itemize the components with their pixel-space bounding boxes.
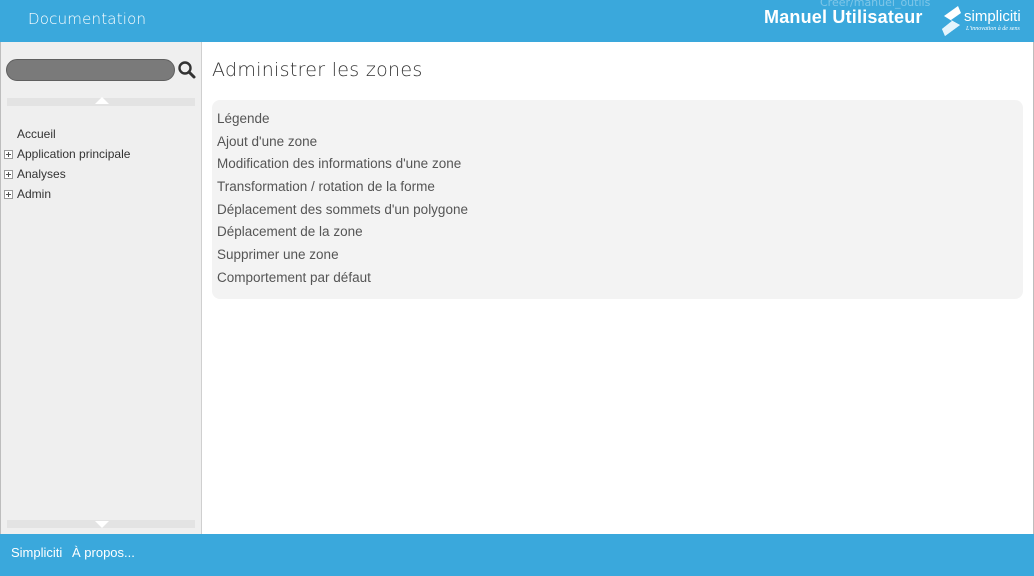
documentation-title[interactable]: Documentation (28, 10, 146, 28)
main-content: Administrer les zones Légende Ajout d'un… (203, 42, 1033, 534)
search-icon (178, 61, 196, 79)
tree-item-label: Application principale (17, 147, 131, 161)
footer: Simpliciti À propos... (0, 534, 1034, 576)
sidebar: Accueil Application principale Analyses … (1, 42, 202, 534)
simpliciti-logo[interactable]: simpliciti L'innovation à de sens (938, 5, 1030, 39)
expand-plus-icon[interactable] (4, 170, 13, 179)
tree-item-analyses[interactable]: Analyses (1, 164, 201, 184)
toc-link-supprimer-zone[interactable]: Supprimer une zone (217, 244, 468, 267)
simpliciti-s-logo-icon (942, 6, 961, 36)
tree-scroll-up[interactable] (7, 97, 195, 106)
footer-about-link[interactable]: À propos... (72, 545, 135, 560)
tree-item-label: Analyses (17, 167, 66, 181)
toc-link-legende[interactable]: Légende (217, 108, 468, 131)
tree-item-accueil[interactable]: Accueil (1, 124, 201, 144)
page-title: Administrer les zones (212, 59, 423, 81)
chevron-up-icon (95, 97, 109, 104)
navigation-tree: Accueil Application principale Analyses … (1, 124, 201, 204)
table-of-contents: Légende Ajout d'une zone Modification de… (212, 100, 1023, 299)
toc-list: Légende Ajout d'une zone Modification de… (217, 108, 468, 290)
top-header: Documentation Créer/manuel_outils Manuel… (0, 0, 1034, 42)
tree-item-admin[interactable]: Admin (1, 184, 201, 204)
tree-item-label: Accueil (17, 127, 56, 141)
logo-wordmark: simpliciti (964, 8, 1021, 25)
toc-link-deplacement-sommets[interactable]: Déplacement des sommets d'un polygone (217, 199, 468, 222)
tree-item-label: Admin (17, 187, 52, 201)
search-input[interactable] (6, 59, 175, 81)
manual-title: Manuel Utilisateur (764, 7, 923, 27)
toc-link-transformation-rotation[interactable]: Transformation / rotation de la forme (217, 176, 468, 199)
toc-link-modification-zone[interactable]: Modification des informations d'une zone (217, 153, 468, 176)
logo-tagline: L'innovation à de sens (966, 26, 1020, 32)
toc-link-ajout-zone[interactable]: Ajout d'une zone (217, 131, 468, 154)
footer-simpliciti-link[interactable]: Simpliciti (11, 545, 62, 560)
chevron-down-icon (95, 521, 109, 528)
tree-scroll-down[interactable] (7, 520, 195, 528)
expand-plus-icon[interactable] (4, 190, 13, 199)
expand-plus-icon[interactable] (4, 150, 13, 159)
tree-item-application-principale[interactable]: Application principale (1, 144, 201, 164)
toc-link-comportement-defaut[interactable]: Comportement par défaut (217, 267, 468, 290)
toc-link-deplacement-zone[interactable]: Déplacement de la zone (217, 221, 468, 244)
search-button[interactable] (177, 60, 197, 80)
